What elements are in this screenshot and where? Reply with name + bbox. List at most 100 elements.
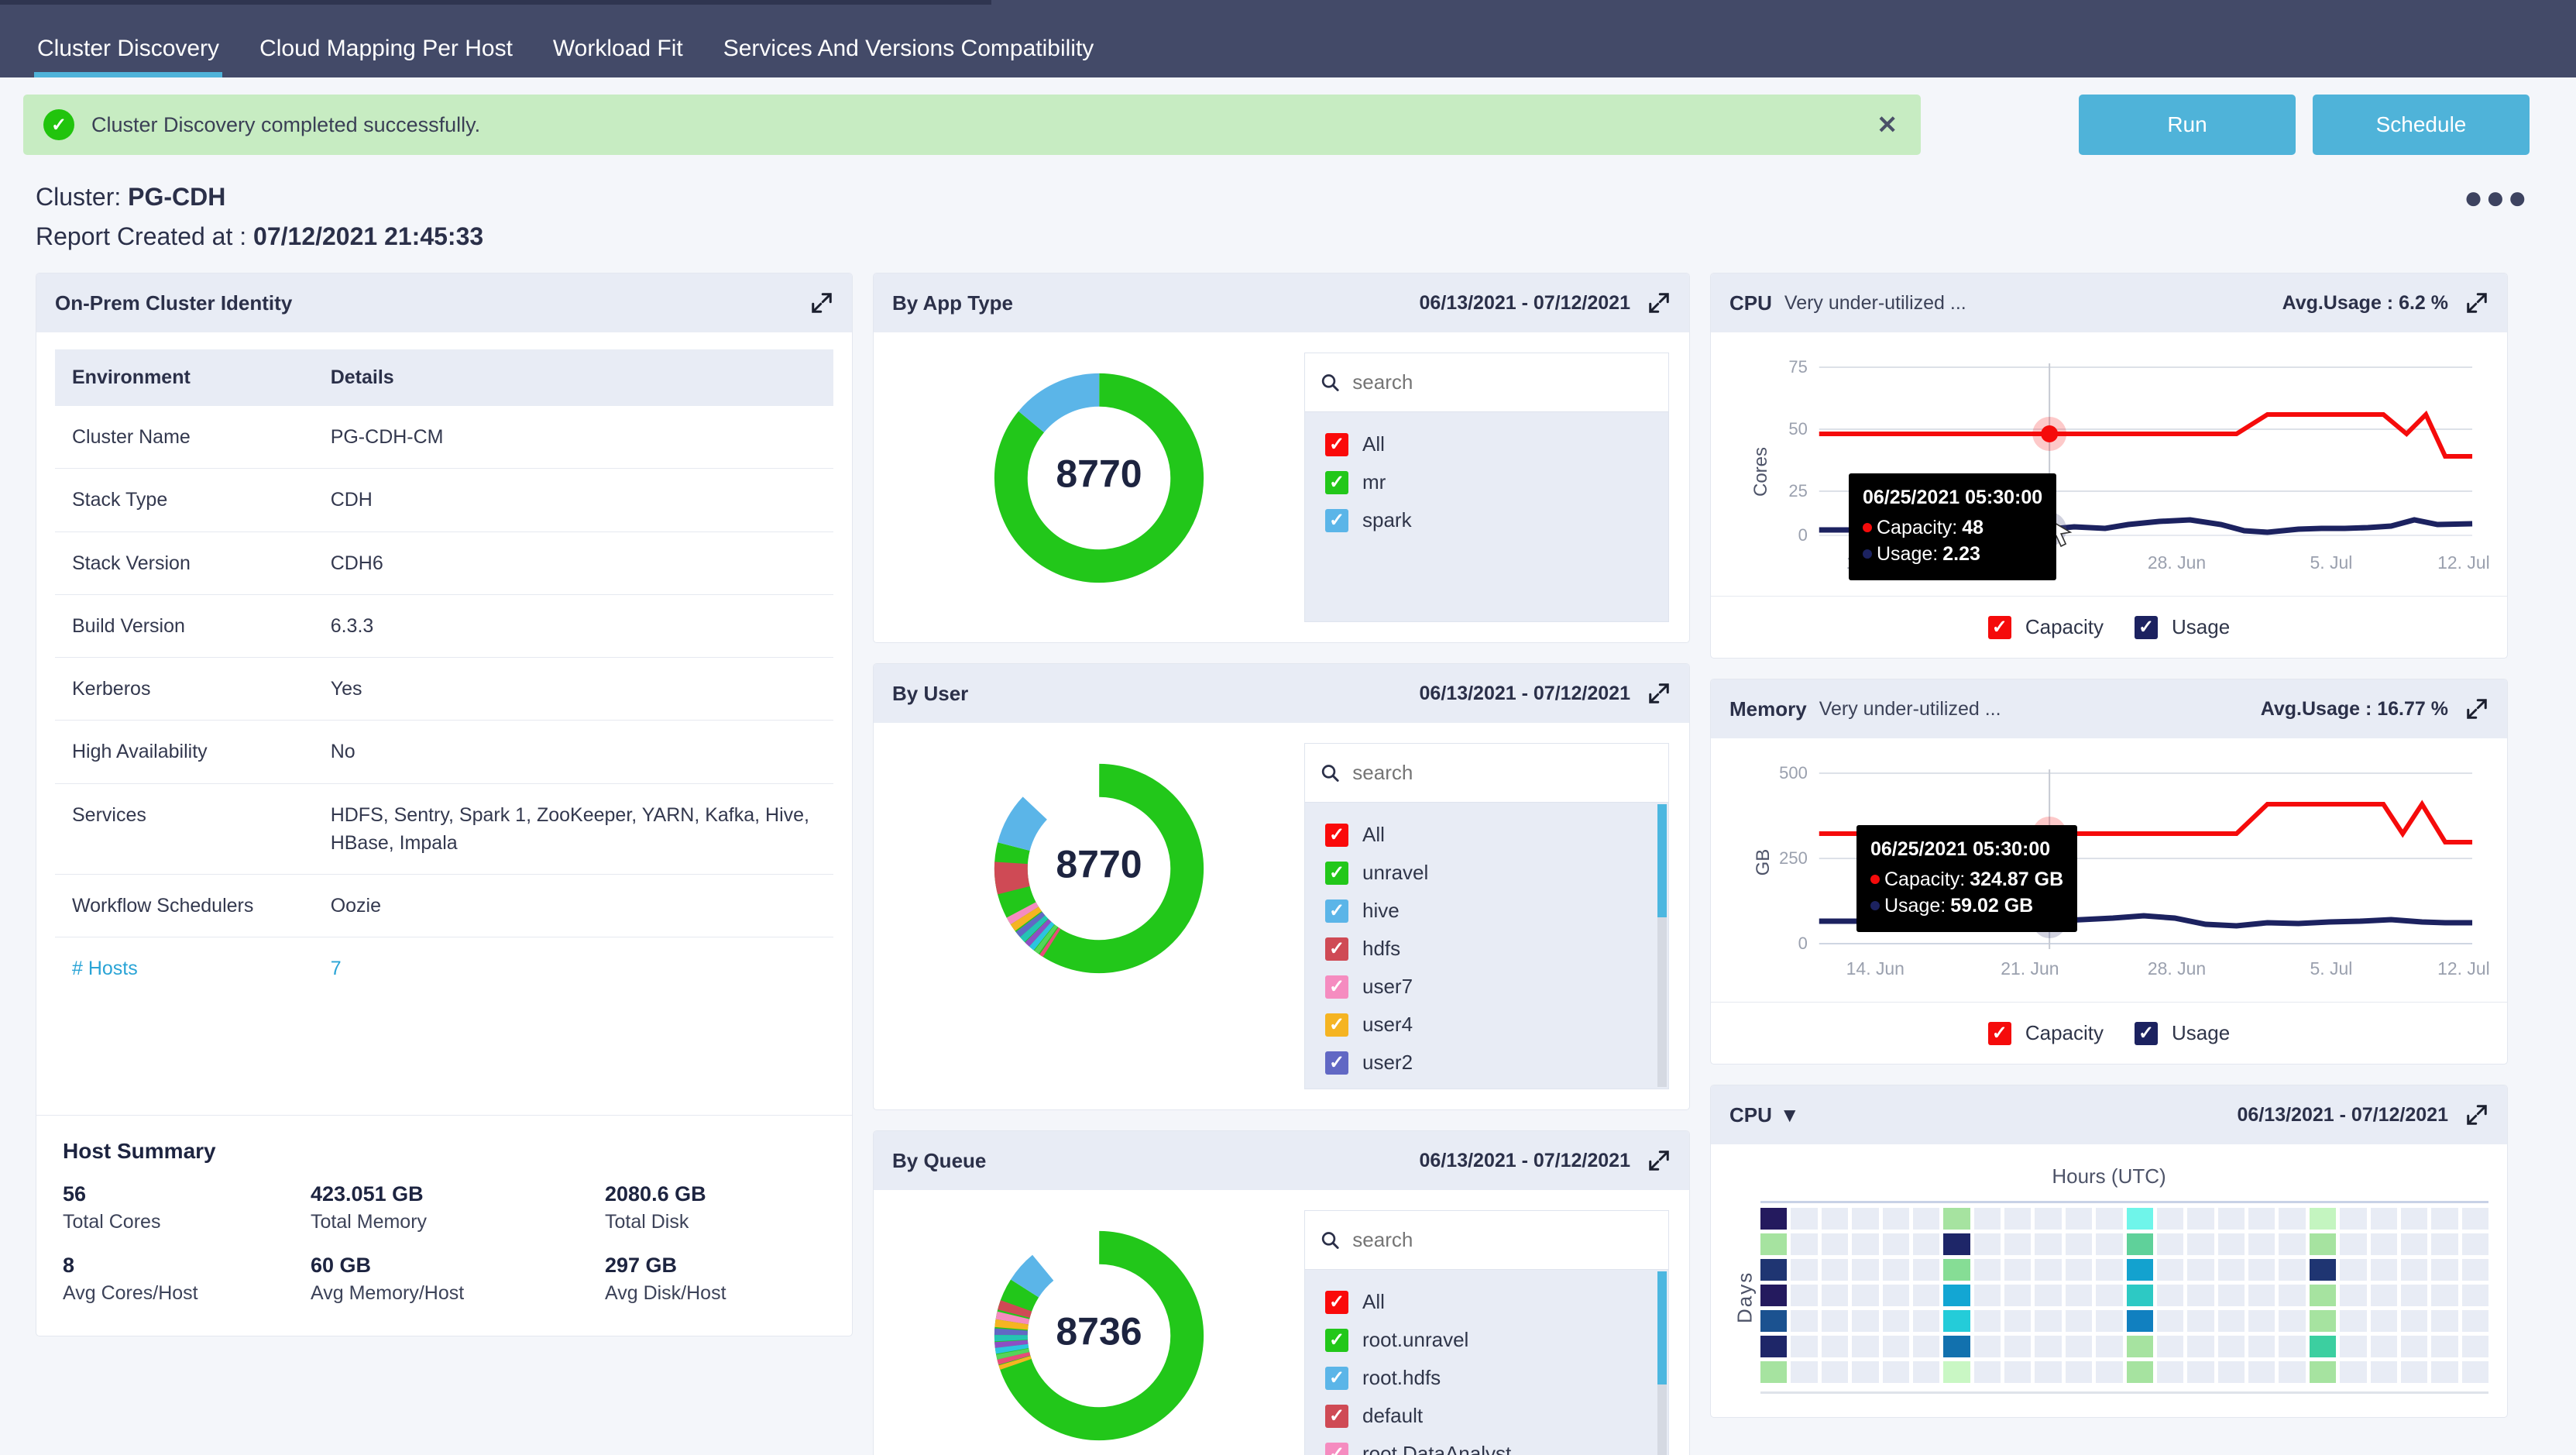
heatmap-cell[interactable] (2156, 1285, 2184, 1306)
heatmap-cell[interactable] (1912, 1259, 1940, 1281)
checkbox[interactable] (2135, 615, 2158, 639)
heatmap-cell[interactable] (2431, 1208, 2458, 1230)
more-options-icon[interactable]: ●●● (2464, 181, 2530, 213)
heatmap-cell[interactable] (1791, 1310, 1818, 1332)
hosts-link[interactable]: # Hosts (55, 937, 314, 1000)
heatmap-cell[interactable] (2096, 1361, 2123, 1383)
heatmap-cell[interactable] (2400, 1361, 2428, 1383)
heatmap-cell[interactable] (2279, 1336, 2306, 1357)
heatmap-cell[interactable] (2461, 1259, 2488, 1281)
heatmap-cell[interactable] (2400, 1310, 2428, 1332)
heatmap-cell[interactable] (2156, 1259, 2184, 1281)
heatmap-cell[interactable] (1760, 1336, 1788, 1357)
heatmap-cell[interactable] (1821, 1361, 1849, 1383)
heatmap-cell[interactable] (1852, 1285, 1879, 1306)
checkbox[interactable] (1325, 432, 1348, 456)
heatmap-cell[interactable] (1912, 1336, 1940, 1357)
heatmap-cell[interactable] (1852, 1336, 1879, 1357)
heatmap-cell[interactable] (1760, 1310, 1788, 1332)
heatmap-cell[interactable] (2248, 1208, 2275, 1230)
heatmap-cell[interactable] (2004, 1310, 2032, 1332)
heatmap-cell[interactable] (2217, 1285, 2245, 1306)
tab-cluster-discovery[interactable]: Cluster Discovery (17, 36, 239, 77)
legend-item-default[interactable]: default (1325, 1404, 1668, 1428)
heatmap-cell[interactable] (2370, 1336, 2397, 1357)
heatmap-cell[interactable] (2279, 1361, 2306, 1383)
search-bar[interactable] (1305, 1211, 1668, 1270)
heatmap-cell[interactable] (1852, 1310, 1879, 1332)
heatmap-cell[interactable] (2309, 1336, 2337, 1357)
search-input[interactable] (1352, 761, 1653, 785)
checkbox[interactable] (1325, 823, 1348, 847)
heatmap-cell[interactable] (2004, 1336, 2032, 1357)
heatmap-cell[interactable] (1882, 1310, 1909, 1332)
heatmap-cell[interactable] (1852, 1361, 1879, 1383)
heatmap-cell[interactable] (2400, 1285, 2428, 1306)
heatmap-cell[interactable] (2279, 1259, 2306, 1281)
heatmap-cell[interactable] (1791, 1259, 1818, 1281)
heatmap-cell[interactable] (2187, 1310, 2214, 1332)
heatmap-cell[interactable] (2126, 1336, 2153, 1357)
heatmap-cell[interactable] (1912, 1310, 1940, 1332)
heatmap-cell[interactable] (2279, 1285, 2306, 1306)
heatmap-cell[interactable] (2035, 1233, 2062, 1255)
heatmap-cell[interactable] (1943, 1259, 1970, 1281)
tab-services-and-versions-compatibility[interactable]: Services And Versions Compatibility (703, 36, 1115, 77)
heatmap-cell[interactable] (1882, 1259, 1909, 1281)
checkbox[interactable] (1325, 861, 1348, 885)
heatmap-cell[interactable] (1821, 1336, 1849, 1357)
heatmap-cell[interactable] (2126, 1361, 2153, 1383)
legend-item-user4[interactable]: user4 (1325, 1013, 1668, 1037)
heatmap-cell[interactable] (2309, 1310, 2337, 1332)
heatmap-cell[interactable] (2126, 1208, 2153, 1230)
heatmap-cell[interactable] (2065, 1336, 2093, 1357)
heatmap-cell[interactable] (2156, 1208, 2184, 1230)
heatmap-cell[interactable] (2035, 1285, 2062, 1306)
heatmap-cell[interactable] (1852, 1259, 1879, 1281)
heatmap-cell[interactable] (2370, 1361, 2397, 1383)
heatmap-cell[interactable] (1791, 1336, 1818, 1357)
heatmap-cell[interactable] (2461, 1310, 2488, 1332)
legend-item-user7[interactable]: user7 (1325, 975, 1668, 999)
heatmap-cell[interactable] (2248, 1285, 2275, 1306)
heatmap-cell[interactable] (2217, 1208, 2245, 1230)
legend-item-unravel[interactable]: unravel (1325, 861, 1668, 885)
heatmap-cell[interactable] (2156, 1336, 2184, 1357)
heatmap-cell[interactable] (1821, 1208, 1849, 1230)
heatmap-cell[interactable] (2096, 1336, 2123, 1357)
heatmap-cell[interactable] (2004, 1259, 2032, 1281)
scrollbar-thumb[interactable] (1657, 804, 1667, 917)
heatmap-cell[interactable] (1912, 1208, 1940, 1230)
heatmap-cell[interactable] (2217, 1233, 2245, 1255)
heatmap-cell[interactable] (2035, 1208, 2062, 1230)
checkbox[interactable] (1325, 1328, 1348, 1352)
by-user-donut-chart[interactable]: 8770 (983, 752, 1215, 985)
heatmap-cell[interactable] (2004, 1361, 2032, 1383)
heatmap-cell[interactable] (2309, 1208, 2337, 1230)
tab-cloud-mapping-per-host[interactable]: Cloud Mapping Per Host (239, 36, 533, 77)
heatmap-cell[interactable] (1943, 1285, 1970, 1306)
legend-item-root-hdfs[interactable]: root.hdfs (1325, 1366, 1668, 1390)
heatmap-cell[interactable] (2340, 1310, 2367, 1332)
heatmap-cell[interactable] (2065, 1310, 2093, 1332)
heatmap-cell[interactable] (2461, 1285, 2488, 1306)
heatmap-cell[interactable] (1882, 1233, 1909, 1255)
heatmap-cell[interactable] (2126, 1310, 2153, 1332)
heatmap-cell[interactable] (2400, 1208, 2428, 1230)
heatmap-cell[interactable] (2248, 1233, 2275, 1255)
heatmap-cell[interactable] (2370, 1259, 2397, 1281)
search-input[interactable] (1352, 370, 1653, 394)
heatmap-cell[interactable] (2065, 1259, 2093, 1281)
checkbox[interactable] (1325, 975, 1348, 999)
heatmap-cell[interactable] (2370, 1310, 2397, 1332)
heatmap-cell[interactable] (2096, 1285, 2123, 1306)
run-button[interactable]: Run (2079, 95, 2296, 155)
heatmap-cell[interactable] (1943, 1208, 1970, 1230)
heatmap-cell[interactable] (2156, 1233, 2184, 1255)
heatmap-cell[interactable] (1943, 1310, 1970, 1332)
heatmap-cell[interactable] (1973, 1233, 2001, 1255)
expand-icon[interactable] (1647, 291, 1671, 315)
heatmap-cell[interactable] (2187, 1361, 2214, 1383)
heatmap-cell[interactable] (1791, 1208, 1818, 1230)
checkbox[interactable] (1325, 899, 1348, 923)
